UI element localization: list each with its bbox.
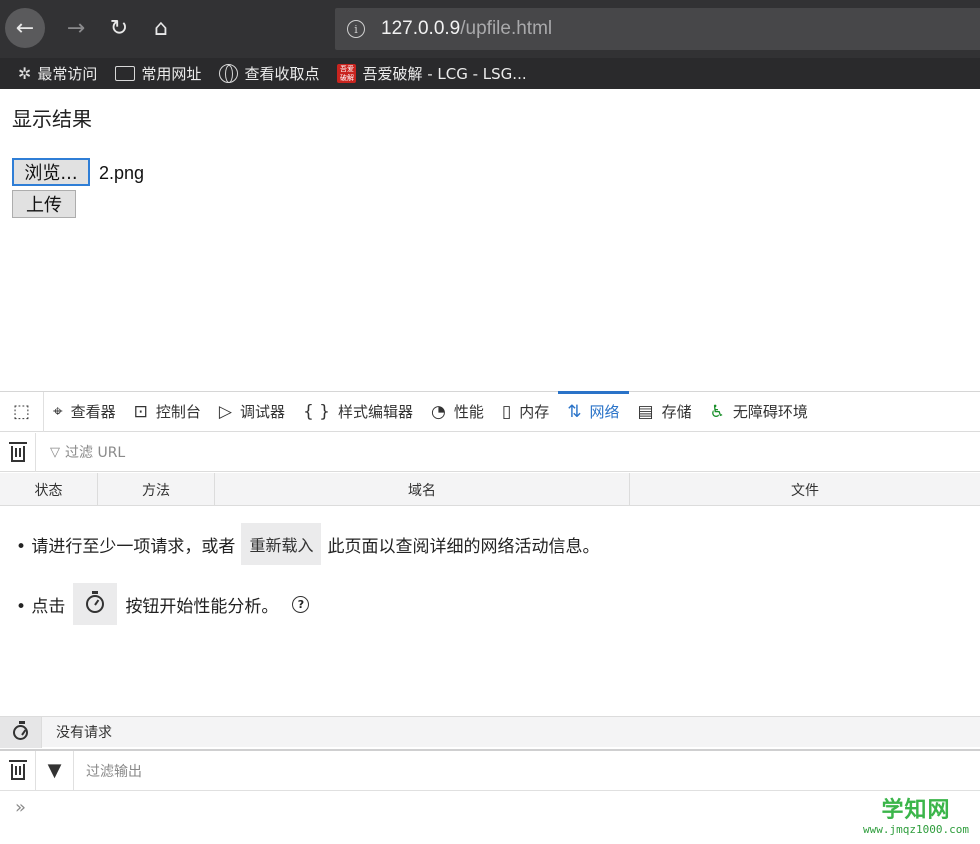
console-input[interactable]: » xyxy=(0,791,980,844)
tab-accessibility[interactable]: ♿ 无障碍环境 xyxy=(701,392,817,432)
tab-performance[interactable]: ◔ 性能 xyxy=(422,392,493,432)
help-icon[interactable]: ? xyxy=(292,595,310,613)
bookmark-view-points[interactable]: 查看收取点 xyxy=(219,63,319,84)
performance-analysis-button[interactable] xyxy=(0,716,42,748)
notice-text: • 请进行至少一项请求，或者 xyxy=(16,536,236,557)
inspector-icon: ⌖ xyxy=(53,401,63,422)
page-title: 显示结果 xyxy=(12,107,92,131)
network-table-header: 状态 方法 域名 文件 xyxy=(0,473,980,506)
start-performance-button[interactable] xyxy=(73,583,118,625)
element-picker-button[interactable]: ⬚ xyxy=(0,391,44,432)
network-toolbar: ▽ 过滤 URL xyxy=(0,432,980,472)
column-domain[interactable]: 域名 xyxy=(215,473,630,506)
notice-text: • 点击 xyxy=(16,596,66,617)
console-toolbar: ▼ 过滤输出 xyxy=(0,749,980,791)
filter-icon: ▼ xyxy=(47,760,62,781)
watermark-title: 学知网 xyxy=(881,798,951,823)
braces-icon: { } xyxy=(302,401,330,422)
network-arrows-icon: ⇅ xyxy=(567,401,582,422)
url-host: 127.0.0.9 xyxy=(381,18,461,39)
url-path: /upfile.html xyxy=(460,18,553,39)
filter-icon: ▽ xyxy=(50,444,60,460)
column-file[interactable]: 文件 xyxy=(630,473,980,506)
folder-icon xyxy=(115,66,136,81)
tab-label: 内存 xyxy=(519,403,550,421)
tab-label: 无障碍环境 xyxy=(732,403,808,421)
tab-network[interactable]: ⇅ 网络 xyxy=(558,390,629,432)
home-icon: ⌂ xyxy=(154,15,168,41)
console-icon: ⊡ xyxy=(133,401,148,422)
bookmark-label: 查看收取点 xyxy=(244,65,320,83)
chevron-right-icon: » xyxy=(15,797,27,818)
gear-icon: ✲ xyxy=(18,64,32,83)
url-filter-input[interactable]: ▽ 过滤 URL xyxy=(50,442,125,462)
tab-label: 样式编辑器 xyxy=(338,403,414,421)
url-bar[interactable]: i 127.0.0.9/upfile.html xyxy=(335,8,980,50)
globe-icon xyxy=(219,64,239,83)
tab-label: 性能 xyxy=(453,403,484,421)
network-empty-notice: • 请进行至少一项请求，或者 重新载入 此页面以查阅详细的网络活动信息。 • 点… xyxy=(0,506,980,716)
forward-button[interactable]: → xyxy=(56,8,96,48)
bookmark-label: 最常访问 xyxy=(37,65,98,83)
clear-network-button[interactable] xyxy=(0,432,36,472)
stopwatch-icon xyxy=(13,720,28,740)
notice-line-perf: • 点击 按钮开始性能分析。 ? xyxy=(16,583,310,625)
memory-icon: ▯ xyxy=(501,401,512,422)
arrow-right-icon: → xyxy=(66,15,86,41)
browse-button[interactable]: 浏览... xyxy=(12,158,90,186)
reload-icon: ↻ xyxy=(109,15,129,41)
trash-icon xyxy=(8,441,27,462)
page-content: 显示结果 浏览... 2.png 上传 xyxy=(0,89,980,391)
reload-button[interactable]: ↻ xyxy=(99,8,139,48)
bookmark-common-sites[interactable]: 常用网址 xyxy=(115,63,201,84)
reload-page-button[interactable]: 重新载入 xyxy=(241,523,322,565)
tab-label: 网络 xyxy=(589,403,620,421)
site-info-icon[interactable]: i xyxy=(347,20,365,38)
bookmark-52pojie[interactable]: 吾爱 破解 吾爱破解 - LCG - LSG... xyxy=(337,63,527,84)
url-filter-placeholder: 过滤 URL xyxy=(65,445,126,461)
column-status[interactable]: 状态 xyxy=(0,473,98,506)
tab-label: 调试器 xyxy=(239,403,285,421)
tab-debugger[interactable]: ▷ 调试器 xyxy=(210,392,294,432)
bookmark-label: 吾爱破解 - LCG - LSG... xyxy=(362,65,527,83)
bookmark-label: 常用网址 xyxy=(141,65,202,83)
clear-console-button[interactable] xyxy=(0,750,36,791)
request-status-text: 没有请求 xyxy=(56,725,112,741)
picker-icon: ⬚ xyxy=(12,401,30,422)
arrow-left-icon: ← xyxy=(15,15,35,41)
tab-storage[interactable]: ▤ 存储 xyxy=(629,392,701,432)
column-method[interactable]: 方法 xyxy=(98,473,215,506)
browser-toolbar: ← → ↻ ⌂ i 127.0.0.9/upfile.html xyxy=(0,0,980,58)
bookmarks-bar: ✲ 最常访问 常用网址 查看收取点 吾爱 破解 吾爱破解 - LCG - LSG.… xyxy=(0,58,980,89)
debugger-icon: ▷ xyxy=(218,401,232,422)
site-favicon: 吾爱 破解 xyxy=(337,64,357,83)
tab-style-editor[interactable]: { } 样式编辑器 xyxy=(294,392,422,432)
performance-icon: ◔ xyxy=(431,401,446,422)
bookmark-most-visited[interactable]: ✲ 最常访问 xyxy=(18,63,97,84)
devtools-panel: ⬚ ⌖ 查看器 ⊡ 控制台 ▷ 调试器 { } 样式编辑器 ◔ 性能 ▯ 内存 ⇅ 网络 ▤ 存… xyxy=(0,390,980,844)
tab-label: 控制台 xyxy=(155,403,201,421)
notice-line-reload: • 请进行至少一项请求，或者 重新载入 此页面以查阅详细的网络活动信息。 xyxy=(16,523,599,565)
stopwatch-icon xyxy=(86,591,105,613)
tab-label: 存储 xyxy=(661,403,692,421)
back-button[interactable]: ← xyxy=(5,8,45,48)
upload-button[interactable]: 上传 xyxy=(12,190,76,218)
console-filter-toggle[interactable]: ▼ xyxy=(36,750,74,791)
tab-inspector[interactable]: ⌖ 查看器 xyxy=(44,392,125,432)
tab-memory[interactable]: ▯ 内存 xyxy=(493,392,558,432)
console-filter-input[interactable]: 过滤输出 xyxy=(86,761,142,781)
devtools-tabbar: ⬚ ⌖ 查看器 ⊡ 控制台 ▷ 调试器 { } 样式编辑器 ◔ 性能 ▯ 内存 ⇅ 网络 ▤ 存… xyxy=(0,390,980,432)
notice-text: 此页面以查阅详细的网络活动信息。 xyxy=(327,536,600,557)
home-button[interactable]: ⌂ xyxy=(141,8,181,48)
notice-text: 按钮开始性能分析。 xyxy=(125,596,279,617)
site-watermark: 学知网 www.jmqz1000.com xyxy=(858,799,974,837)
network-status-bar: 没有请求 xyxy=(0,716,980,748)
watermark-url: www.jmqz1000.com xyxy=(863,823,969,836)
tab-label: 查看器 xyxy=(70,403,116,421)
tab-console[interactable]: ⊡ 控制台 xyxy=(125,392,210,432)
selected-file-name: 2.png xyxy=(99,163,145,183)
storage-icon: ▤ xyxy=(637,401,654,422)
trash-icon xyxy=(8,760,27,780)
accessibility-icon: ♿ xyxy=(709,401,725,422)
